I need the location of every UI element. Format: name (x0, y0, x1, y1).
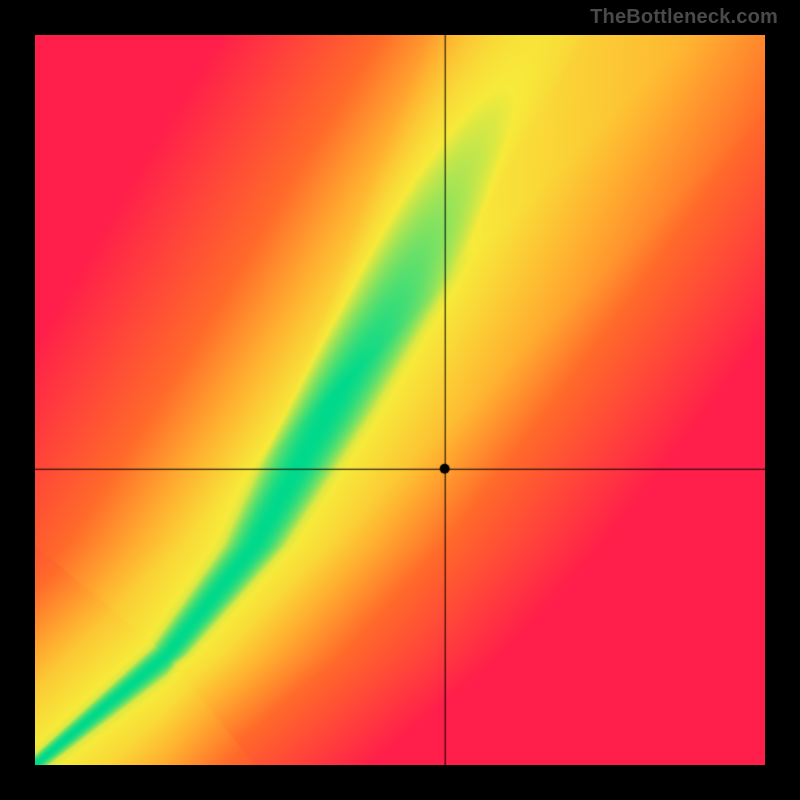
watermark-text: TheBottleneck.com (590, 6, 778, 29)
bottleneck-heatmap (35, 35, 765, 765)
chart-container: TheBottleneck.com (0, 0, 800, 800)
